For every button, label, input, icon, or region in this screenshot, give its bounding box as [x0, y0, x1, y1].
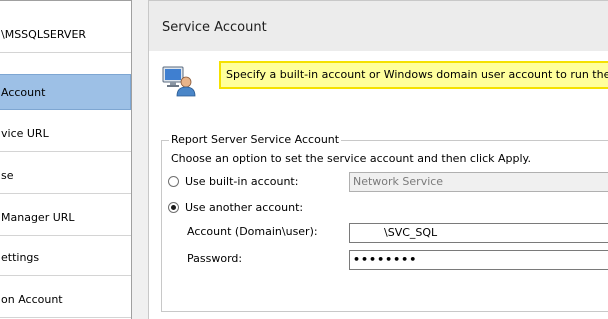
account-input[interactable]: \SVC_SQL — [349, 223, 608, 243]
builtin-account-radio[interactable] — [168, 176, 179, 187]
builtin-account-label: Use built-in account: — [185, 175, 299, 188]
info-banner: Specify a built-in account or Windows do… — [219, 61, 608, 89]
main-panel: Service Account Specify a built-in accou… — [148, 0, 608, 319]
page-title: Service Account — [149, 1, 608, 51]
user-computer-icon — [162, 65, 196, 97]
group-legend: Report Server Service Account — [169, 133, 342, 146]
nav-item-database[interactable]: se — [0, 158, 131, 194]
nav-item-report-manager-url[interactable]: Manager URL — [0, 200, 131, 236]
another-account-radio[interactable] — [168, 202, 179, 213]
nav-item-web-service-url[interactable]: vice URL — [0, 116, 131, 152]
nav-item-email-settings[interactable]: ettings — [0, 240, 131, 276]
nav-instance-name[interactable]: \MSSQLSERVER — [0, 17, 131, 53]
instruction-text: Choose an option to set the service acco… — [171, 152, 531, 165]
nav-item-service-account[interactable]: Account — [0, 74, 131, 110]
service-account-group: Report Server Service Account Choose an … — [161, 133, 608, 312]
navigation-panel: \MSSQLSERVER Account vice URL se Manager… — [0, 0, 132, 319]
password-label: Password: — [187, 252, 243, 265]
account-label: Account (Domain\user): — [187, 225, 318, 238]
another-account-label: Use another account: — [185, 201, 304, 214]
builtin-account-select[interactable]: Network Service — [349, 172, 608, 192]
password-input[interactable]: •••••••• — [349, 250, 608, 270]
nav-item-execution-account[interactable]: on Account — [0, 282, 131, 318]
another-account-option[interactable]: Use another account: — [168, 201, 303, 214]
builtin-account-option[interactable]: Use built-in account: — [168, 175, 298, 188]
